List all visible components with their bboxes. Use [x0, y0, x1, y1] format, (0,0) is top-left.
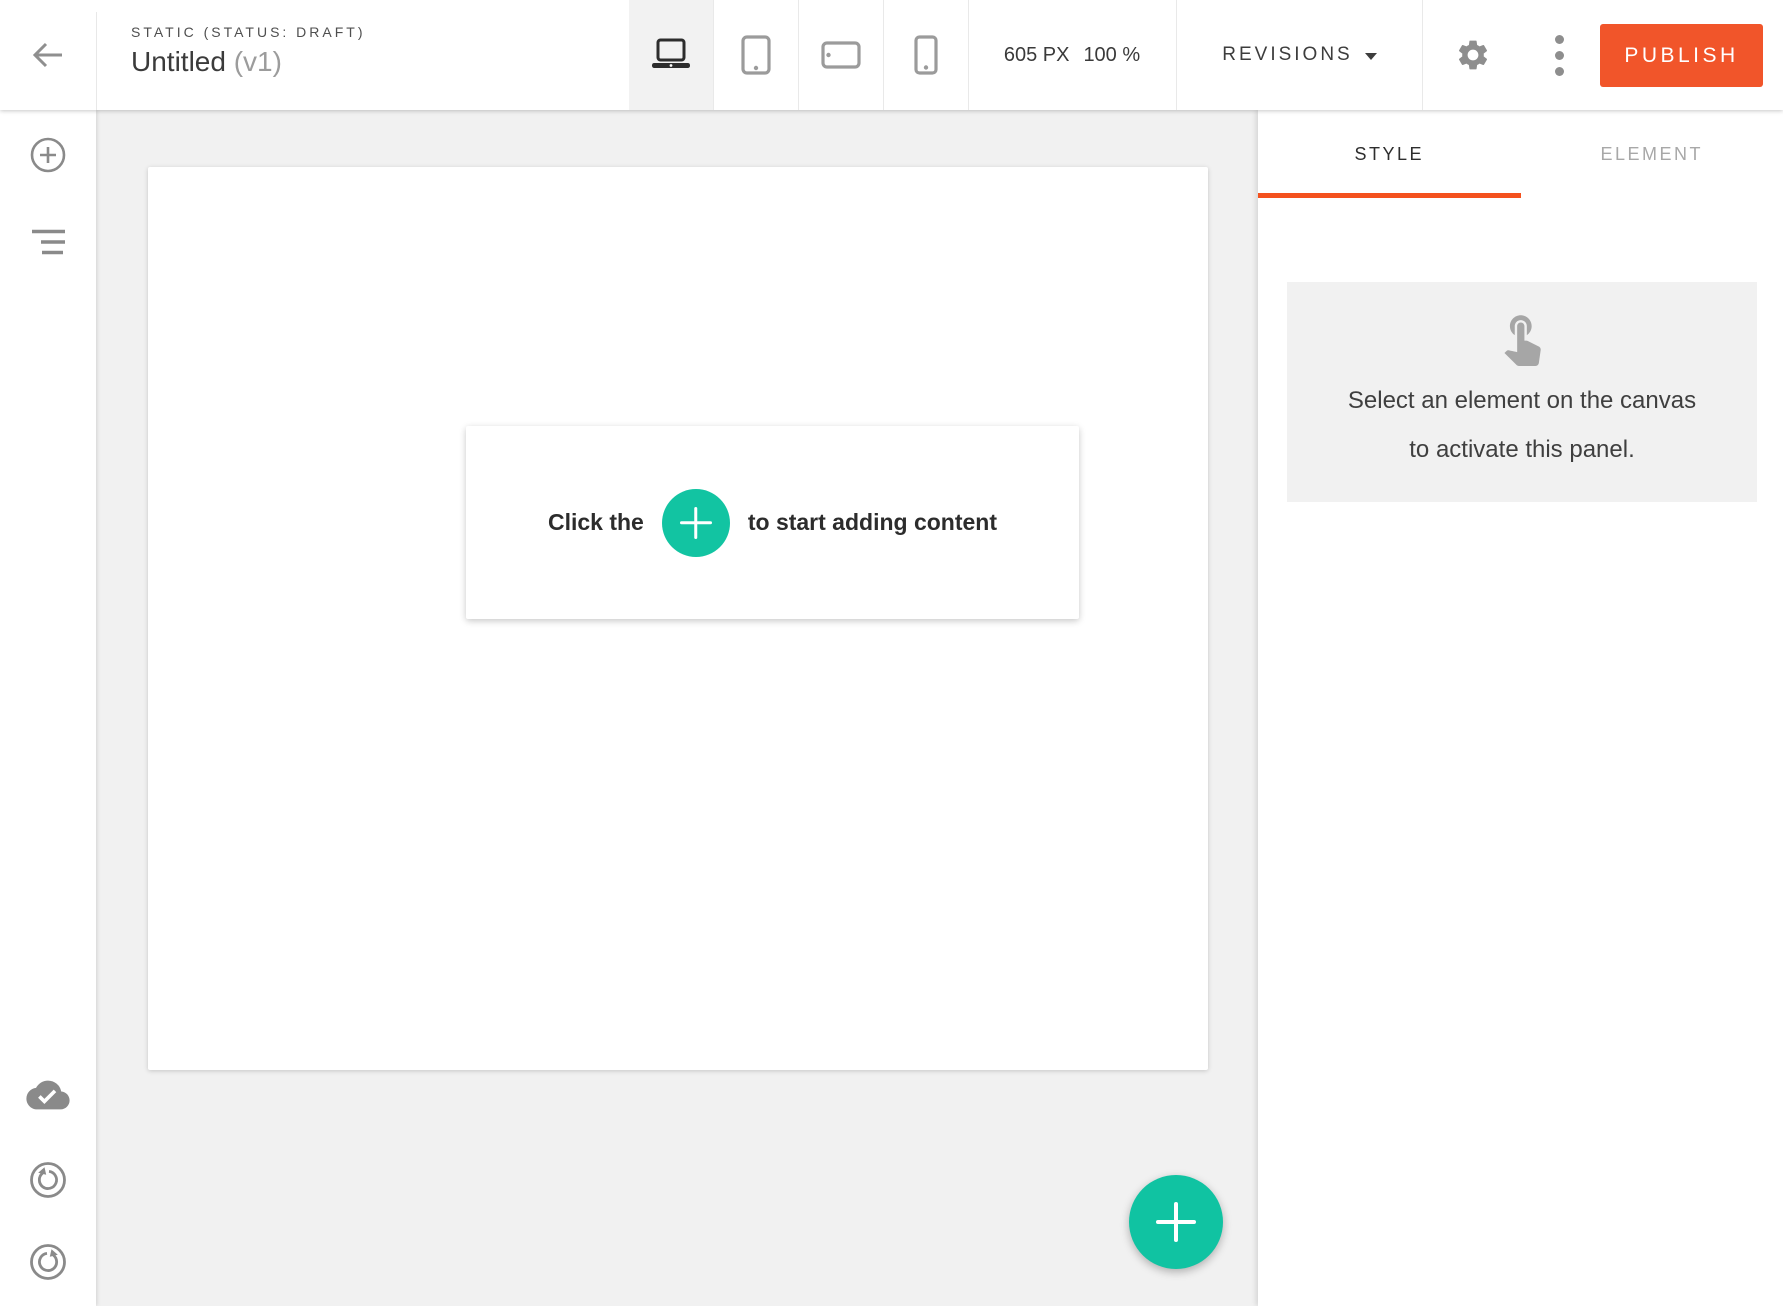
kebab-menu-icon	[1555, 35, 1564, 44]
tablet-landscape-icon	[821, 41, 861, 69]
plus-circle-icon	[662, 489, 730, 557]
back-arrow-icon	[31, 40, 65, 70]
device-tablet-landscape-button[interactable]	[799, 0, 884, 110]
more-options-button[interactable]	[1540, 32, 1578, 78]
page-status: STATIC (STATUS: DRAFT)	[131, 24, 366, 40]
revisions-label: REVISIONS	[1222, 44, 1352, 66]
device-tablet-portrait-button[interactable]	[714, 0, 799, 110]
phone-icon	[914, 35, 938, 75]
add-content-button[interactable]	[26, 133, 70, 177]
add-circle-icon	[29, 136, 67, 174]
revisions-dropdown[interactable]: REVISIONS	[1177, 0, 1423, 110]
hint-prefix: Click the	[548, 509, 644, 536]
zoom-level-label[interactable]: 100 %	[1083, 44, 1140, 67]
cloud-saved-icon	[26, 1077, 70, 1113]
add-content-fab[interactable]	[1129, 1175, 1223, 1269]
page-version: (v1)	[234, 46, 282, 77]
device-phone-button[interactable]	[884, 0, 969, 110]
gear-icon	[1455, 37, 1491, 73]
back-button[interactable]	[0, 0, 96, 110]
page-contents-button[interactable]	[26, 220, 70, 264]
page-title-text: Untitled	[131, 46, 226, 77]
page-builder-app: STATIC (STATUS: DRAFT) Untitled (v1)	[0, 0, 1783, 1306]
empty-canvas-hint-card: Click the to start adding content	[466, 426, 1079, 619]
caret-down-icon	[1365, 53, 1377, 60]
panel-empty-state: Select an element on the canvas to activ…	[1287, 282, 1757, 502]
header-divider	[96, 12, 97, 110]
page-contents-icon	[30, 228, 66, 256]
redo-button[interactable]	[26, 1240, 70, 1284]
publish-button[interactable]: PUBLISH	[1600, 24, 1763, 87]
tab-element[interactable]: ELEMENT	[1521, 110, 1783, 198]
active-tab-underline	[1258, 193, 1521, 198]
hint-suffix: to start adding content	[748, 509, 997, 536]
touch-tap-icon	[1287, 308, 1757, 366]
left-toolbar	[0, 110, 96, 1306]
device-desktop-button[interactable]	[629, 0, 714, 110]
top-bar: STATIC (STATUS: DRAFT) Untitled (v1)	[0, 0, 1783, 110]
laptop-icon	[648, 38, 694, 72]
inspector-panel: STYLE ELEMENT Select an element on the c…	[1258, 110, 1783, 1306]
panel-empty-state-text: Select an element on the canvas to activ…	[1287, 376, 1757, 474]
save-status-indicator	[26, 1073, 70, 1117]
settings-button[interactable]	[1452, 34, 1494, 76]
canvas-area: Click the to start adding content	[96, 110, 1258, 1306]
undo-button[interactable]	[26, 1158, 70, 1202]
page-title[interactable]: Untitled (v1)	[131, 46, 366, 78]
undo-icon	[28, 1160, 68, 1200]
tablet-portrait-icon	[741, 35, 771, 75]
canvas-dimensions: 605 PX 100 %	[968, 0, 1177, 110]
page-title-block: STATIC (STATUS: DRAFT) Untitled (v1)	[131, 24, 366, 78]
inspector-tabs: STYLE ELEMENT	[1258, 110, 1783, 198]
redo-icon	[28, 1242, 68, 1282]
device-preview-switcher	[629, 0, 969, 110]
canvas-width-label: 605 PX	[1004, 44, 1070, 67]
tab-style[interactable]: STYLE	[1258, 110, 1521, 198]
